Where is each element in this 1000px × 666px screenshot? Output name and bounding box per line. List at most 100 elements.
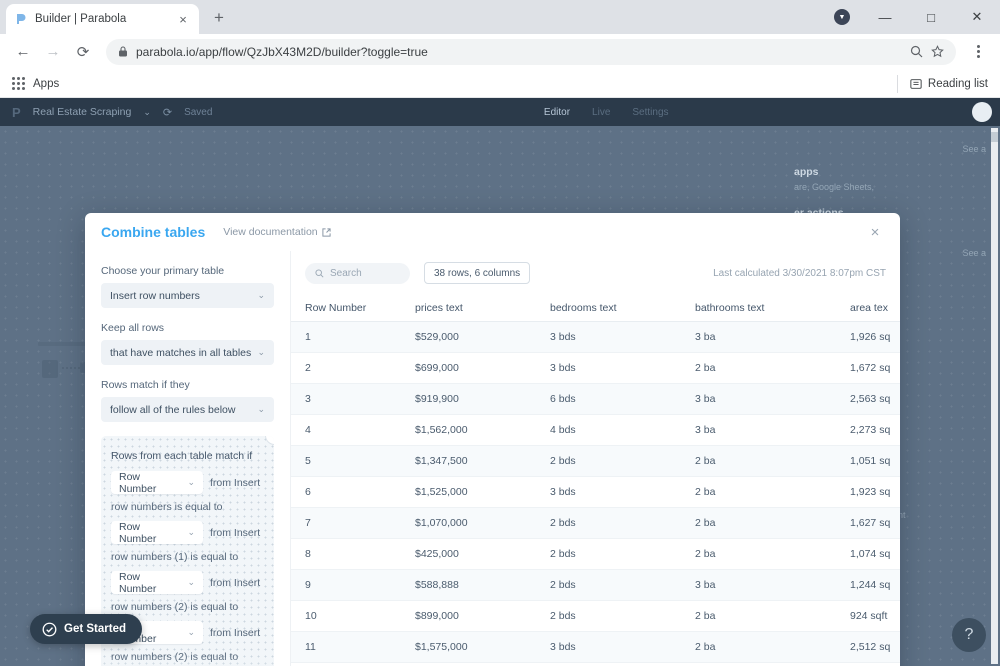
rule-field-value: Row Number [119, 470, 157, 495]
table-row[interactable]: 12$1,537,4904 bds3 ba3,337 sq [291, 662, 900, 666]
kebab-menu-icon[interactable] [966, 40, 990, 64]
modal-close-icon[interactable]: × [866, 223, 884, 241]
rule-comparison-label: row numbers is equal to [111, 501, 223, 513]
rule-comparison-label: row numbers (1) is equal to [111, 551, 239, 563]
app-nav-settings[interactable]: Settings [632, 107, 668, 118]
row-count-badge[interactable]: 38 rows, 6 columns [424, 262, 531, 284]
cell-bathrooms-text: 2 ba [681, 600, 836, 632]
column-header-bedrooms-text[interactable]: bedrooms text [536, 295, 681, 322]
help-button[interactable]: ? [952, 618, 986, 652]
rule-field-select[interactable]: Row Number ⌄ [111, 520, 203, 545]
page-scrollbar[interactable] [991, 128, 998, 664]
cell-bedrooms-text: 3 bds [536, 631, 681, 663]
modal-header: Combine tables View documentation × [85, 213, 900, 251]
get-started-button[interactable]: Get Started [30, 614, 142, 644]
new-tab-button[interactable]: + [205, 4, 233, 32]
rows-match-select[interactable]: follow all of the rules below ⌄ [101, 397, 274, 422]
cell-area-text: 1,244 sq [836, 569, 900, 601]
remove-rules-icon[interactable]: × [265, 436, 274, 445]
cell-bedrooms-text: 4 bds [536, 414, 681, 446]
app-nav-editor[interactable]: Editor [544, 107, 570, 118]
scrollbar-thumb[interactable] [991, 132, 998, 142]
external-link-icon [322, 227, 331, 237]
cell-bedrooms-text: 2 bds [536, 600, 681, 632]
cell-area-text: 1,627 sq [836, 507, 900, 539]
tab-close-icon[interactable]: × [175, 11, 191, 27]
cell-row-number: 3 [291, 383, 401, 415]
node-source-box [42, 360, 58, 378]
cell-area-text: 2,512 sq [836, 631, 900, 663]
window-minimize-button[interactable]: — [862, 0, 908, 34]
bg-see-all-1[interactable]: See a [794, 144, 986, 154]
bookmark-apps-label[interactable]: Apps [33, 78, 59, 90]
app-viewport: See a apps are, Google Sheets, er action… [0, 98, 1000, 666]
parabola-logo-icon[interactable]: P [12, 105, 21, 120]
rule-field-value: Row Number [119, 520, 157, 545]
parabola-favicon-icon [14, 12, 28, 26]
cell-bathrooms-text: 3 ba [681, 383, 836, 415]
view-documentation-link[interactable]: View documentation [223, 226, 331, 238]
apps-grid-icon[interactable] [12, 77, 25, 90]
search-icon[interactable] [910, 45, 923, 58]
table-row[interactable]: 3 $919,900 6 bds 3 ba 2,563 sq [291, 383, 900, 415]
chevron-down-icon: ⌄ [257, 404, 265, 414]
table-row[interactable]: 11 $1,575,000 3 bds 2 ba 2,512 sq [291, 631, 900, 663]
reading-list-icon [910, 78, 922, 89]
column-header-row-number[interactable]: Row Number [291, 295, 401, 322]
lock-icon [118, 46, 128, 57]
browser-profile-button[interactable]: ▼ [828, 3, 856, 31]
cell-row-number: 6 [291, 476, 401, 508]
cell-prices-text: $1,347,500 [401, 445, 536, 477]
table-row[interactable]: 4 $1,562,000 4 bds 3 ba 2,273 sq [291, 414, 900, 446]
cell-area-text: 3,337 sq [836, 662, 900, 666]
user-avatar[interactable] [972, 102, 992, 122]
cell-area-text: 1,051 sq [836, 445, 900, 477]
star-icon[interactable] [931, 45, 944, 58]
table-row[interactable]: 7 $1,070,000 2 bds 2 ba 1,627 sq [291, 507, 900, 539]
bg-item-apps-desc: are, Google Sheets, [794, 182, 875, 192]
rule-field-select[interactable]: Row Number ⌄ [111, 571, 203, 595]
cell-row-number: 9 [291, 569, 401, 601]
chevron-down-icon: ⌄ [257, 290, 265, 300]
table-row[interactable]: 8 $425,000 2 bds 2 ba 1,074 sq [291, 538, 900, 570]
forward-button[interactable]: → [40, 39, 66, 65]
bg-item-apps[interactable]: apps are, Google Sheets, [794, 166, 986, 193]
modal-body: Choose your primary table Insert row num… [85, 251, 900, 666]
view-documentation-label: View documentation [223, 226, 318, 238]
browser-tab[interactable]: Builder | Parabola × [6, 4, 199, 34]
data-grid-header: Row Number prices text bedrooms text bat… [291, 295, 900, 322]
reload-button[interactable]: ⟳ [70, 39, 96, 65]
app-nav-live[interactable]: Live [592, 107, 610, 118]
table-row[interactable]: 6 $1,525,000 3 bds 2 ba 1,923 sq [291, 476, 900, 508]
cell-row-number: 2 [291, 352, 401, 384]
flow-name-label[interactable]: Real Estate Scraping [33, 106, 132, 118]
table-row[interactable]: 9 $588,888 2 bds 3 ba 1,244 sq [291, 569, 900, 601]
column-header-area-text[interactable]: area tex [836, 295, 900, 322]
window-maximize-button[interactable]: □ [908, 0, 954, 34]
search-input[interactable]: Search [305, 262, 410, 284]
rule-from-label: from Insert [210, 576, 261, 589]
data-grid-wrapper[interactable]: Row Number prices text bedrooms text bat… [291, 295, 900, 666]
table-row[interactable]: 1 $529,000 3 bds 3 ba 1,926 sq [291, 321, 900, 353]
window-close-button[interactable]: ✕ [954, 0, 1000, 34]
table-row[interactable]: 10 $899,000 2 bds 2 ba 924 sqft [291, 600, 900, 632]
modal-title: Combine tables [101, 224, 206, 240]
cell-row-number: 8 [291, 538, 401, 570]
table-row[interactable]: 5 $1,347,500 2 bds 2 ba 1,051 sq [291, 445, 900, 477]
cell-prices-text: $529,000 [401, 321, 536, 353]
column-header-prices-text[interactable]: prices text [401, 295, 536, 322]
primary-table-select[interactable]: Insert row numbers ⌄ [101, 283, 274, 308]
cell-bedrooms-text: 3 bds [536, 476, 681, 508]
refresh-icon[interactable]: ⟳ [163, 106, 172, 119]
chevron-down-icon[interactable]: ⌄ [143, 107, 151, 118]
rule-field-select[interactable]: Row Number ⌄ [111, 470, 203, 495]
table-row[interactable]: 2 $699,000 3 bds 2 ba 1,672 sq [291, 352, 900, 384]
cell-area-text: 1,074 sq [836, 538, 900, 570]
address-bar[interactable]: parabola.io/app/flow/QzJbX43M2D/builder?… [106, 38, 956, 65]
keep-rows-select[interactable]: that have matches in all tables ⌄ [101, 340, 274, 365]
cell-prices-text: $588,888 [401, 569, 536, 601]
reading-list-button[interactable]: Reading list [896, 74, 988, 93]
cell-bathrooms-text: 2 ba [681, 445, 836, 477]
column-header-bathrooms-text[interactable]: bathrooms text [681, 295, 836, 322]
back-button[interactable]: ← [10, 39, 36, 65]
